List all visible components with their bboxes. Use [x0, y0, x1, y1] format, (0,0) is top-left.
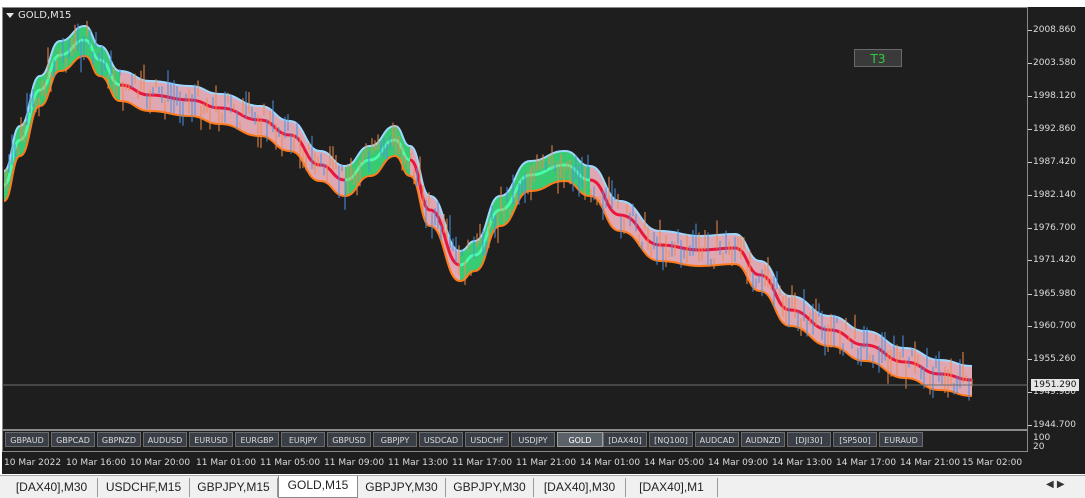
- time-label: 14 Mar 13:00: [772, 458, 833, 468]
- band-up-segment: [4, 26, 120, 201]
- price-label: 1992.860: [1033, 124, 1076, 134]
- current-price-label: 1951.290: [1031, 379, 1079, 391]
- time-label: 14 Mar 21:00: [900, 458, 961, 468]
- symbol-button[interactable]: GOLD: [557, 432, 603, 447]
- symbol-button[interactable]: [NQ100]: [649, 432, 693, 447]
- time-label: 11 Mar 05:00: [260, 458, 321, 468]
- price-tick: [1028, 30, 1032, 31]
- price-label: 1965.980: [1033, 289, 1076, 299]
- time-label: 10 Mar 20:00: [130, 458, 191, 468]
- chart-tabs: [DAX40],M30 USDCHF,M15 GBPJPY,M15 GOLD,M15 G…: [0, 475, 1085, 498]
- symbol-button[interactable]: [DAX40]: [603, 432, 647, 447]
- symbol-button[interactable]: EURAUD: [879, 432, 923, 447]
- chart-tab[interactable]: GOLD,M15: [278, 476, 358, 498]
- price-label: 1944.700: [1033, 420, 1076, 430]
- symbol-button[interactable]: GBPUSD: [327, 432, 371, 447]
- dropdown-triangle-icon[interactable]: [6, 12, 14, 18]
- symbol-button[interactable]: EURJPY: [281, 432, 325, 447]
- price-tick: [1028, 294, 1032, 295]
- price-tick: [1028, 228, 1032, 229]
- time-label: 10 Mar 16:00: [66, 458, 127, 468]
- price-tick: [1028, 392, 1032, 393]
- time-label: 11 Mar 17:00: [452, 458, 513, 468]
- price-label: 2008.860: [1033, 25, 1076, 35]
- price-label: 1971.420: [1033, 255, 1076, 265]
- price-label: 1982.140: [1033, 190, 1076, 200]
- price-tick: [1028, 425, 1032, 426]
- symbol-button[interactable]: GBPAUD: [5, 432, 49, 447]
- chart-tab[interactable]: [DAX40],M1: [626, 478, 718, 497]
- chart-tab[interactable]: [DAX40],M30: [6, 478, 98, 497]
- price-label: 1955.260: [1033, 354, 1076, 364]
- chart-tab[interactable]: USDCHF,M15: [98, 478, 190, 497]
- symbol-button[interactable]: AUDNZD: [741, 432, 785, 447]
- chart-tab[interactable]: [DAX40],M30: [534, 478, 626, 497]
- price-tick: [1028, 162, 1032, 163]
- upper-band-line: [3, 24, 973, 367]
- t3-button[interactable]: T3: [854, 49, 902, 67]
- symbol-button[interactable]: EURUSD: [189, 432, 233, 447]
- symbol-button[interactable]: AUDCAD: [695, 432, 739, 447]
- symbol-button[interactable]: GBPNZD: [97, 432, 141, 447]
- indicator-level-20: 20: [1033, 442, 1045, 452]
- symbol-button[interactable]: GBPJPY: [373, 432, 417, 447]
- chart-tab[interactable]: GBPJPY,M15: [190, 478, 278, 497]
- price-tick: [1028, 359, 1032, 360]
- time-label: 11 Mar 13:00: [388, 458, 449, 468]
- price-tick: [1028, 96, 1032, 97]
- chart-plot: [2, 20, 1028, 401]
- symbol-button[interactable]: USDJPY: [511, 432, 555, 447]
- price-label: 1960.700: [1033, 321, 1076, 331]
- time-label: 14 Mar 17:00: [836, 458, 897, 468]
- time-label: 11 Mar 21:00: [516, 458, 577, 468]
- price-tick: [1028, 260, 1032, 261]
- chart-tab[interactable]: GBPJPY,M30: [358, 478, 446, 497]
- price-label: 2003.580: [1033, 58, 1076, 68]
- tab-scroll-arrows-icon[interactable]: ◀ ▶: [1046, 479, 1065, 490]
- symbol-button[interactable]: [SP500]: [833, 432, 877, 447]
- time-label: 14 Mar 05:00: [644, 458, 705, 468]
- chart-title-text: GOLD,M15: [18, 10, 72, 21]
- time-label: 15 Mar 02:00: [962, 458, 1023, 468]
- price-tick: [1028, 129, 1032, 130]
- price-tick: [1028, 326, 1032, 327]
- symbol-button[interactable]: [DJI30]: [787, 432, 831, 447]
- time-label: 10 Mar 2022: [4, 458, 62, 468]
- price-label: 1998.120: [1033, 91, 1076, 101]
- symbol-button[interactable]: GBPCAD: [51, 432, 95, 447]
- price-label: 1976.700: [1033, 223, 1076, 233]
- symbol-button[interactable]: USDCHF: [465, 432, 509, 447]
- symbol-button[interactable]: USDCAD: [419, 432, 463, 447]
- price-label: 1987.420: [1033, 157, 1076, 167]
- time-label: 11 Mar 09:00: [324, 458, 385, 468]
- price-tick: [1028, 63, 1032, 64]
- time-label: 14 Mar 09:00: [708, 458, 769, 468]
- price-tick: [1028, 195, 1032, 196]
- symbol-button[interactable]: AUDUSD: [143, 432, 187, 447]
- time-label: 11 Mar 01:00: [196, 458, 257, 468]
- chart-title: GOLD,M15: [6, 10, 71, 21]
- chart-tab[interactable]: GBPJPY,M30: [446, 478, 534, 497]
- time-label: 14 Mar 01:00: [580, 458, 641, 468]
- symbol-button[interactable]: EURGBP: [235, 432, 279, 447]
